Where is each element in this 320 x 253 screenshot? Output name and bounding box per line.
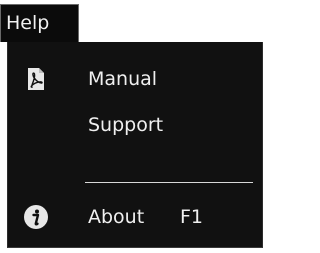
menu-item-label: Manual [88, 68, 158, 90]
menu-item-manual[interactable]: Manual [8, 56, 262, 102]
info-icon [24, 205, 48, 229]
menu-item-label: About [88, 206, 145, 228]
help-dropdown-menu: Manual Support About F1 [7, 42, 263, 248]
menu-bar: Help [0, 0, 270, 44]
menu-item-label: Support [88, 114, 164, 136]
shortcut-label: F1 [180, 206, 204, 228]
menu-item-support[interactable]: Support [8, 102, 262, 148]
menu-item-about[interactable]: About F1 [8, 194, 262, 240]
pdf-icon [28, 68, 44, 90]
menu-separator [85, 182, 253, 183]
help-menu-title[interactable]: Help [0, 4, 79, 42]
